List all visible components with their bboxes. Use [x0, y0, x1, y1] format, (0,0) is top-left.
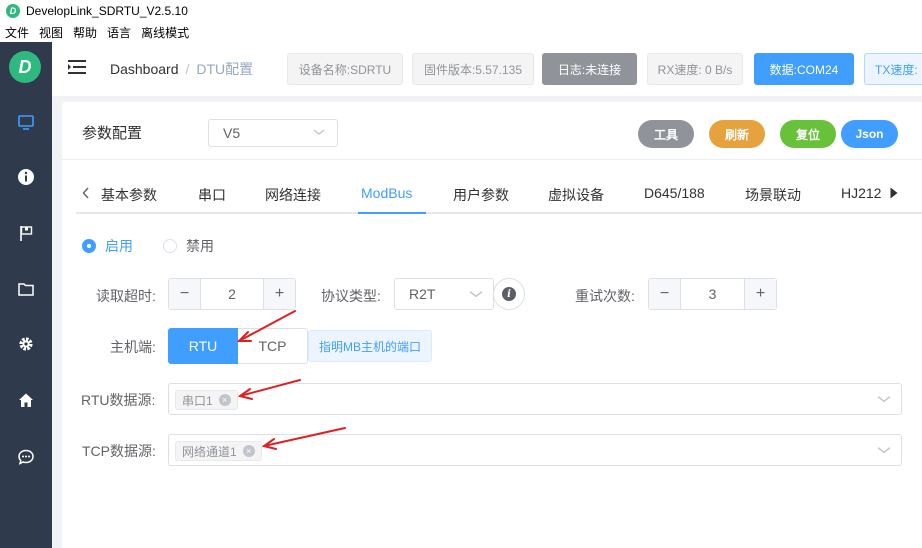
disable-radio-label: 禁用 [186, 238, 214, 254]
retries-increment-button[interactable]: + [744, 279, 776, 309]
host-label: 主机端: [110, 339, 156, 355]
reset-button[interactable]: 复位 [780, 120, 836, 148]
breadcrumb-separator: / [185, 61, 190, 77]
read-timeout-stepper[interactable]: − 2 + [168, 278, 296, 310]
retries-value[interactable]: 3 [681, 279, 744, 309]
menu-offline-mode[interactable]: 离线模式 [141, 24, 189, 41]
menu-file[interactable]: 文件 [5, 24, 29, 41]
rtu-source-select[interactable]: 串口1 × [168, 383, 902, 415]
window-titlebar: D DevelopLink_SDRTU_V2.5.10 [0, 0, 922, 22]
active-tab-indicator [358, 212, 426, 214]
window-title: DevelopLink_SDRTU_V2.5.10 [26, 4, 188, 18]
protocol-info-button[interactable]: i [493, 278, 525, 310]
chevron-down-icon [877, 396, 891, 403]
host-rtu-radio-button[interactable]: RTU [168, 328, 238, 364]
close-icon[interactable]: × [218, 394, 231, 406]
tools-button[interactable]: 工具 [638, 120, 694, 148]
chat-icon[interactable] [16, 447, 36, 467]
gear-icon[interactable] [16, 334, 36, 354]
tab-hj212[interactable]: HJ212 [841, 185, 881, 201]
host-hint-tag: 指明MB主机的端口 [308, 330, 433, 362]
firmware-version-badge: 固件版本:5.57.135 [412, 53, 534, 85]
tcp-source-label: TCP数据源: [82, 443, 156, 459]
data-port-button[interactable]: 数据:COM24 [754, 53, 854, 85]
retries-decrement-button[interactable]: − [649, 279, 681, 309]
breadcrumb-root[interactable]: Dashboard [110, 61, 179, 77]
menubar: 文件 视图 帮助 语言 离线模式 [0, 22, 922, 42]
close-icon[interactable]: × [242, 445, 255, 457]
rx-speed-badge: RX速度: 0 B/s [647, 53, 743, 85]
read-timeout-decrement-button[interactable]: − [169, 279, 201, 309]
read-timeout-label: 读取超时: [96, 288, 156, 304]
config-title: 参数配置 [82, 125, 143, 142]
tab-scene-linkage[interactable]: 场景联动 [745, 185, 801, 205]
chevron-down-icon [877, 447, 891, 454]
log-status-button[interactable]: 日志:未连接 [542, 53, 637, 85]
tabs-scroll-right-icon[interactable] [890, 186, 898, 202]
protocol-type-label: 协议类型: [321, 288, 381, 304]
breadcrumb-current: DTU配置 [196, 61, 254, 77]
top-header: Dashboard / DTU配置 设备名称:SDRTU 固件版本:5.57.135… [52, 42, 922, 96]
disable-radio[interactable]: 禁用 [163, 236, 214, 256]
breadcrumb: Dashboard / DTU配置 [110, 59, 253, 79]
hamburger-menu-icon[interactable] [68, 59, 86, 75]
rtu-source-tag: 串口1 × [175, 390, 238, 410]
refresh-button[interactable]: 刷新 [709, 120, 765, 148]
info-icon: i [502, 287, 516, 301]
chevron-down-icon [469, 291, 483, 298]
menu-help[interactable]: 帮助 [73, 24, 97, 41]
rtu-source-tag-label: 串口1 [182, 393, 213, 408]
tcp-source-tag-label: 网络通道1 [182, 444, 237, 459]
enable-radio-dot [82, 239, 96, 253]
folder-icon[interactable] [16, 279, 36, 299]
enable-radio-label: 启用 [105, 238, 133, 254]
tab-user-params[interactable]: 用户参数 [453, 185, 509, 205]
protocol-type-select[interactable]: R2T [394, 278, 494, 310]
protocol-type-value: R2T [409, 286, 436, 302]
sidebar: D [0, 42, 52, 548]
host-tcp-radio-button[interactable]: TCP [238, 328, 308, 364]
device-name-badge: 设备名称:SDRTU [287, 53, 403, 85]
sidebar-logo: D [9, 51, 41, 83]
tcp-source-select[interactable]: 网络通道1 × [168, 434, 902, 466]
tx-speed-badge: TX速度: [864, 53, 922, 85]
enable-radio[interactable]: 启用 [82, 236, 133, 256]
tab-virtual-device[interactable]: 虚拟设备 [548, 185, 604, 205]
info-icon[interactable] [16, 167, 36, 187]
read-timeout-increment-button[interactable]: + [263, 279, 295, 309]
tcp-source-tag: 网络通道1 × [175, 441, 262, 461]
tab-d645-188[interactable]: D645/188 [644, 185, 705, 201]
read-timeout-value[interactable]: 2 [201, 279, 263, 309]
config-card-header: 参数配置 V5 工具 刷新 复位 Json [62, 102, 922, 160]
retries-label: 重试次数: [575, 288, 635, 304]
flag-icon[interactable] [16, 223, 36, 243]
retries-stepper[interactable]: − 3 + [648, 278, 777, 310]
tabs-scroll-left-icon[interactable] [82, 186, 90, 202]
config-tabs: 基本参数 串口 网络连接 ModBus 用户参数 虚拟设备 D645/188 场… [76, 178, 922, 214]
menu-view[interactable]: 视图 [39, 24, 63, 41]
config-card: 参数配置 V5 工具 刷新 复位 Json 基本参数 串口 网络连接 ModBu… [62, 102, 922, 548]
tab-network[interactable]: 网络连接 [265, 185, 321, 205]
chevron-down-icon [313, 129, 325, 135]
version-select[interactable]: V5 [208, 119, 338, 147]
json-button[interactable]: Json [841, 120, 898, 148]
tab-serial[interactable]: 串口 [198, 185, 226, 205]
app-logo-icon: D [6, 4, 20, 18]
home-icon[interactable] [16, 390, 36, 410]
tab-basic-params[interactable]: 基本参数 [101, 185, 157, 205]
version-select-value: V5 [223, 125, 241, 141]
disable-radio-dot [163, 239, 177, 253]
tab-modbus[interactable]: ModBus [361, 185, 412, 201]
monitor-icon[interactable] [16, 112, 36, 132]
menu-language[interactable]: 语言 [107, 24, 131, 41]
rtu-source-label: RTU数据源: [81, 392, 156, 408]
